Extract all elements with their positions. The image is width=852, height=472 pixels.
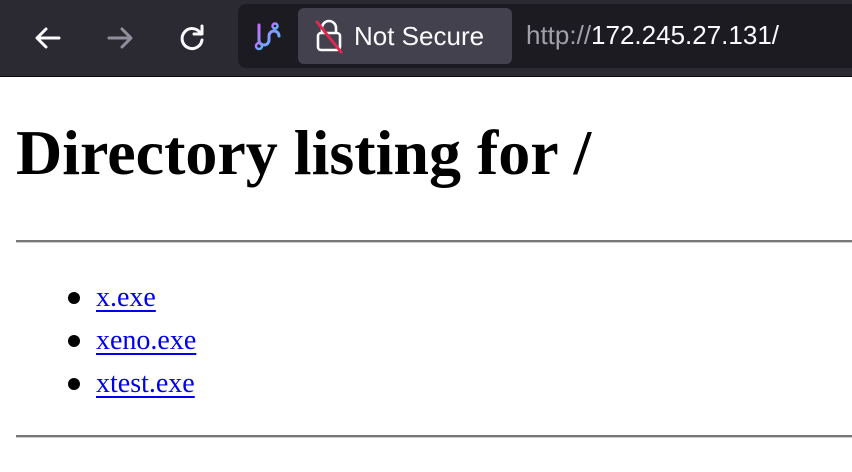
url-bar[interactable]: Not Secure http://172.245.27.131/ (238, 4, 852, 68)
top-divider (16, 240, 852, 243)
list-item: xeno.exe (68, 321, 196, 364)
url-text[interactable]: http://172.245.27.131/ (526, 20, 779, 51)
file-link-xtest-exe[interactable]: xtest.exe (96, 368, 195, 399)
insecure-lock-icon (315, 19, 343, 54)
back-button[interactable] (28, 18, 68, 58)
list-item: xtest.exe (68, 364, 196, 407)
bottom-divider (16, 435, 852, 438)
page-title: Directory listing for / (16, 117, 592, 188)
list-item: x.exe (68, 278, 196, 321)
bullet-icon (68, 378, 80, 390)
page-content: Directory listing for / x.exe xeno.exe x… (0, 77, 852, 472)
file-link-xeno-exe[interactable]: xeno.exe (96, 325, 196, 356)
reload-icon (180, 24, 204, 50)
extension-icon[interactable] (252, 22, 282, 52)
back-arrow-icon (35, 27, 61, 49)
security-label: Not Secure (354, 20, 485, 51)
bullet-icon (68, 292, 80, 304)
forward-button[interactable] (100, 18, 140, 58)
reload-button[interactable] (172, 18, 212, 58)
file-link-x-exe[interactable]: x.exe (96, 282, 156, 313)
browser-toolbar: Not Secure http://172.245.27.131/ (0, 0, 852, 77)
forward-arrow-icon (107, 27, 133, 49)
file-list: x.exe xeno.exe xtest.exe (68, 278, 196, 407)
url-host: 172.245.27.131/ (591, 20, 780, 50)
url-scheme: http:// (526, 20, 592, 50)
bullet-icon (68, 335, 80, 347)
site-security-indicator[interactable]: Not Secure (298, 8, 512, 64)
